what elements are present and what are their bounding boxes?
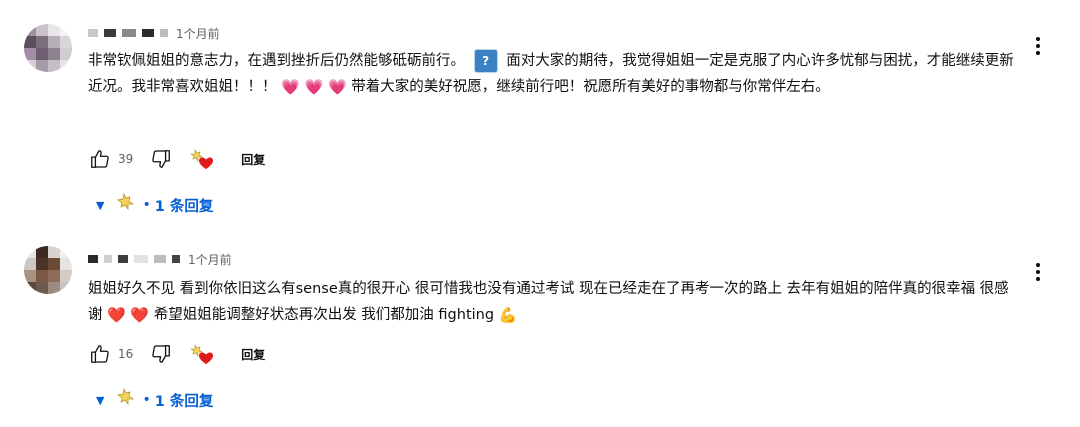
- comment-timestamp[interactable]: 1个月前: [176, 25, 220, 42]
- thumbs-down-icon[interactable]: [149, 342, 173, 366]
- creator-avatar-icon: [116, 387, 136, 412]
- creator-avatar-icon: [116, 192, 136, 217]
- more-vert-icon[interactable]: [1026, 34, 1050, 58]
- red-heart-emoji-icon: ❤️: [130, 306, 150, 324]
- avatar[interactable]: [24, 246, 72, 294]
- like-count: 16: [118, 347, 134, 361]
- author-name-redacted[interactable]: [142, 29, 154, 37]
- reply-button[interactable]: 回复: [241, 151, 265, 168]
- thumbs-down-icon[interactable]: [149, 147, 173, 171]
- more-vert-icon[interactable]: [1026, 260, 1050, 284]
- replies-count-label[interactable]: 1 条回复: [155, 390, 214, 411]
- separator-dot: •: [142, 392, 151, 408]
- comment-text-part: 希望姐姐能调整好状态再次出发 我们都加油 fighting: [153, 307, 495, 323]
- replies-count-label[interactable]: 1 条回复: [155, 195, 214, 216]
- caret-down-icon: ▼: [96, 198, 105, 212]
- separator-dot: •: [142, 197, 151, 213]
- author-name-redacted[interactable]: [154, 255, 166, 263]
- creator-heart-icon: [189, 147, 215, 171]
- creator-heart-icon: [189, 342, 215, 366]
- author-row: 1个月前: [88, 250, 232, 268]
- flexed-biceps-emoji-icon: 💪: [498, 306, 518, 324]
- comment-text-part: 带着大家的美好祝愿，继续前行吧！祝愿所有美好的事物都与你常伴左右。: [351, 79, 830, 95]
- author-name-redacted[interactable]: [88, 29, 98, 37]
- author-name-redacted[interactable]: [104, 29, 116, 37]
- unknown-glyph-icon: ?: [473, 49, 498, 73]
- author-row: 1个月前: [88, 24, 220, 42]
- comment-timestamp[interactable]: 1个月前: [188, 251, 232, 268]
- comment-actions: 39 回复: [88, 147, 265, 171]
- comment-actions: 16 回复: [88, 342, 265, 366]
- author-name-redacted[interactable]: [172, 255, 180, 263]
- author-name-redacted[interactable]: [122, 29, 136, 37]
- view-replies-button[interactable]: ▼ • 1 条回复: [96, 387, 214, 412]
- red-heart-emoji-icon: ❤️: [107, 306, 126, 324]
- comment-text: 姐姐好久不见 看到你依旧这么有sense真的很开心 很可惜我也没有通过考试 现在…: [88, 276, 1018, 328]
- author-name-redacted[interactable]: [134, 255, 148, 263]
- author-name-redacted[interactable]: [104, 255, 112, 263]
- avatar[interactable]: [24, 24, 72, 72]
- author-name-redacted[interactable]: [160, 29, 168, 37]
- author-name-redacted[interactable]: [118, 255, 128, 263]
- thumbs-up-icon[interactable]: [88, 342, 112, 366]
- comment-text: 非常钦佩姐姐的意志力，在遇到挫折后仍然能够砥砺前行。 ? 面对大家的期待，我觉得…: [88, 48, 1018, 100]
- caret-down-icon: ▼: [96, 393, 105, 407]
- thumbs-up-icon[interactable]: [88, 147, 112, 171]
- heart-emoji-icon: 💗 💗 💗: [281, 78, 347, 96]
- like-count: 39: [118, 152, 134, 166]
- reply-button[interactable]: 回复: [241, 346, 265, 363]
- author-name-redacted[interactable]: [88, 255, 98, 263]
- comment-text-part: 非常钦佩姐姐的意志力，在遇到挫折后仍然能够砥砺前行。: [88, 53, 465, 69]
- view-replies-button[interactable]: ▼ • 1 条回复: [96, 192, 214, 217]
